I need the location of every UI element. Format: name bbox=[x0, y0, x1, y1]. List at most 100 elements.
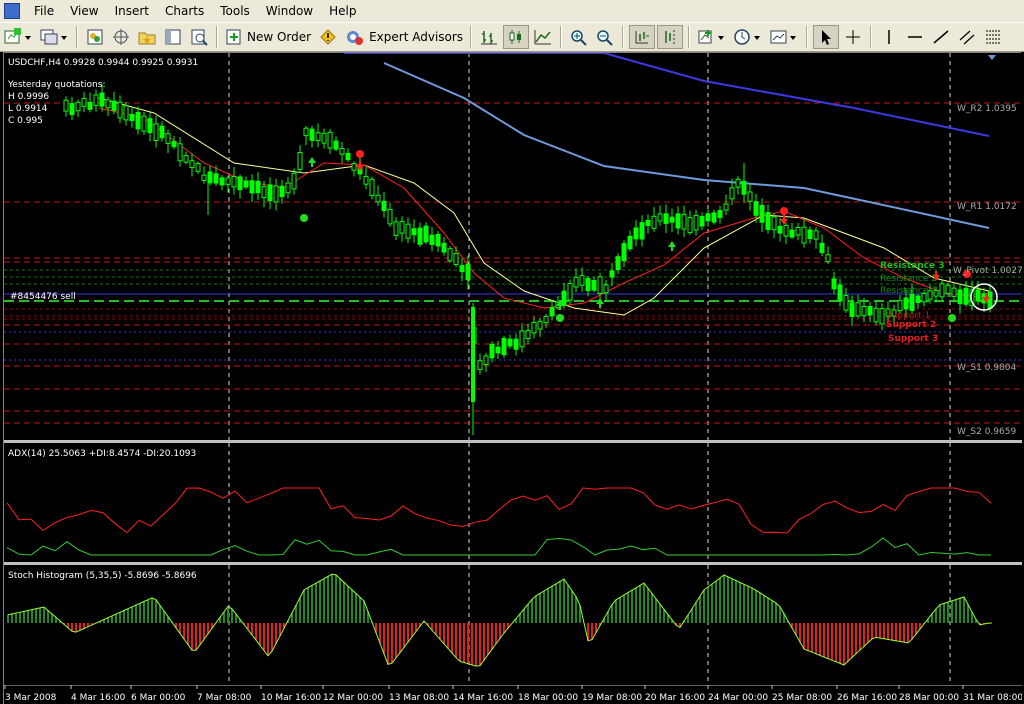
time-axis-label: 4 Mar 16:00 bbox=[71, 693, 126, 703]
candle-body bbox=[609, 270, 615, 278]
new-chart-button[interactable] bbox=[1, 25, 35, 49]
chart-shift-button[interactable] bbox=[657, 25, 684, 49]
candle-body bbox=[951, 287, 957, 297]
candle-body bbox=[333, 140, 339, 150]
fibonacci-button[interactable] bbox=[981, 25, 1005, 49]
toolbar-separator bbox=[870, 26, 873, 48]
menu-insert[interactable]: Insert bbox=[107, 1, 157, 21]
time-axis-label: 13 Mar 08:00 bbox=[389, 693, 449, 703]
templates-button[interactable] bbox=[767, 25, 801, 49]
candle-body bbox=[273, 185, 279, 203]
candle-body bbox=[147, 118, 153, 134]
candle-body bbox=[375, 194, 381, 203]
candle-body bbox=[915, 295, 921, 304]
candle-body bbox=[399, 220, 405, 234]
favorites-button[interactable] bbox=[135, 25, 159, 49]
app-logo-icon bbox=[4, 3, 20, 19]
horizontal-line-icon bbox=[908, 36, 923, 38]
candle-body bbox=[465, 263, 471, 281]
zoom-in-button[interactable] bbox=[567, 25, 591, 49]
crosshair-button[interactable] bbox=[841, 25, 865, 49]
candle-body bbox=[165, 133, 171, 144]
vertical-line-button[interactable] bbox=[877, 25, 901, 49]
strategy-tester-button[interactable] bbox=[187, 25, 211, 49]
vertical-line-icon bbox=[888, 30, 890, 44]
chart-shift-marker-icon[interactable] bbox=[988, 55, 996, 60]
trendline-button[interactable] bbox=[929, 25, 953, 49]
indicators-button[interactable] bbox=[695, 25, 729, 49]
candle-body bbox=[213, 173, 219, 184]
candle-body bbox=[477, 360, 483, 370]
menu-view[interactable]: View bbox=[62, 1, 106, 21]
sell-arrow-icon bbox=[356, 161, 364, 171]
candle-body bbox=[93, 94, 99, 106]
candle-body bbox=[549, 307, 555, 317]
cursor-button[interactable] bbox=[813, 25, 840, 49]
candle-body bbox=[579, 275, 585, 286]
candle-body bbox=[597, 276, 603, 294]
candle-body bbox=[453, 253, 459, 265]
candle-body bbox=[63, 99, 69, 112]
time-axis-label: 3 Mar 2008 bbox=[5, 693, 57, 703]
candle-body bbox=[903, 297, 909, 310]
bar-chart-button[interactable] bbox=[477, 25, 501, 49]
terminal-button[interactable] bbox=[161, 25, 185, 49]
candle-body bbox=[393, 221, 399, 236]
line-chart-button[interactable] bbox=[531, 25, 555, 49]
menu-charts[interactable]: Charts bbox=[157, 1, 212, 21]
auto-scroll-button[interactable] bbox=[629, 25, 656, 49]
new-order-button[interactable]: New Order bbox=[223, 25, 313, 49]
candle-body bbox=[387, 208, 393, 225]
stoch-histogram-pane[interactable]: Stoch Histogram (5,35,5) -5.8696 -5.8696 bbox=[4, 565, 1022, 685]
sell-signal-dot bbox=[356, 150, 364, 158]
candle-body bbox=[687, 217, 693, 234]
price-chart-pane[interactable]: USDCHF,H4 0.9928 0.9944 0.9925 0.9931 Ye… bbox=[4, 53, 1022, 440]
candle-body bbox=[189, 160, 195, 169]
candle-body bbox=[789, 229, 795, 238]
candle-body bbox=[231, 175, 237, 188]
alert-button[interactable] bbox=[315, 25, 341, 49]
candle-body bbox=[381, 200, 387, 212]
grid bbox=[228, 53, 951, 440]
candle-body bbox=[837, 284, 843, 302]
expert-advisors-button[interactable]: Expert Advisors bbox=[343, 25, 465, 49]
ma-line-longest bbox=[344, 53, 990, 137]
chart-window[interactable]: USDCHF,H4 0.9928 0.9944 0.9925 0.9931 Ye… bbox=[3, 52, 1022, 704]
menu-tools[interactable]: Tools bbox=[212, 1, 258, 21]
candle-body bbox=[225, 177, 231, 185]
adx-pane[interactable]: ADX(14) 25.5063 +DI:8.4574 -DI:20.1093 bbox=[4, 443, 1022, 562]
order-label: #8454476 sell bbox=[10, 292, 76, 302]
candle-body bbox=[573, 276, 579, 288]
profiles-button[interactable] bbox=[37, 25, 71, 49]
menu-window[interactable]: Window bbox=[258, 1, 321, 21]
time-axis-label: 26 Mar 16:00 bbox=[837, 693, 897, 703]
equidistant-channel-button[interactable] bbox=[955, 25, 979, 49]
time-axis-labels: 3 Mar 2008 4 Mar 16:00 6 Mar 00:00 7 Mar 08… bbox=[4, 685, 1022, 703]
menu-help[interactable]: Help bbox=[321, 1, 364, 21]
adx-plus-di-line bbox=[6, 537, 991, 556]
candlestick-button[interactable] bbox=[503, 25, 530, 49]
candle-body bbox=[123, 105, 129, 121]
navigator-button[interactable] bbox=[109, 25, 133, 49]
candle-body bbox=[621, 243, 627, 262]
trendline-icon bbox=[933, 30, 949, 44]
candle-body bbox=[447, 248, 453, 262]
yesterday-close: C 0.995 bbox=[8, 116, 43, 126]
adx-minus-di-line bbox=[6, 487, 992, 534]
candle-body bbox=[831, 278, 837, 290]
market-watch-button[interactable] bbox=[83, 25, 107, 49]
candle-body bbox=[405, 223, 411, 239]
candle-body bbox=[99, 92, 105, 107]
zoom-out-button[interactable] bbox=[593, 25, 617, 49]
menu-file[interactable]: File bbox=[26, 1, 62, 21]
yesterday-title: Yesterday quotations: bbox=[7, 80, 105, 90]
grid bbox=[228, 443, 951, 562]
candle-body bbox=[243, 180, 249, 188]
horizontal-line-button[interactable] bbox=[903, 25, 927, 49]
candle-body bbox=[723, 203, 729, 211]
level-label-s2: W_S2 0.9659 bbox=[957, 427, 1016, 437]
time-axis: 3 Mar 2008 4 Mar 16:00 6 Mar 00:00 7 Mar 08… bbox=[4, 685, 1022, 703]
support-3-label: Support 3 bbox=[888, 334, 938, 344]
periods-button[interactable] bbox=[731, 25, 765, 49]
candle-body bbox=[249, 180, 255, 194]
